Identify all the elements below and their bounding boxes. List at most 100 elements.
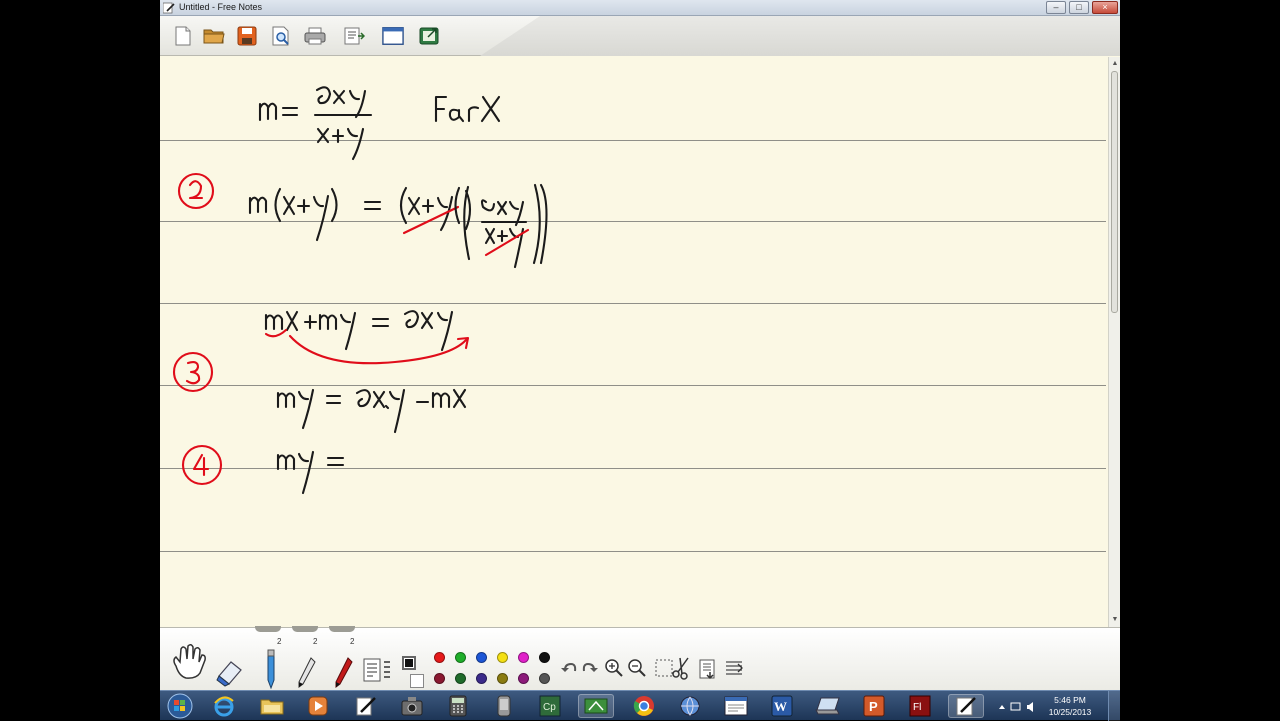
scroll-thumb[interactable] [1111, 71, 1118, 313]
powerpoint-icon: P [863, 695, 885, 717]
taskbar-calculator[interactable] [440, 694, 476, 718]
export-icon [419, 27, 439, 45]
background-color-swatch[interactable] [410, 674, 424, 688]
start-button[interactable] [162, 693, 198, 719]
scissors-icon[interactable] [670, 656, 694, 680]
chrome-icon [633, 696, 654, 716]
new-button[interactable] [172, 25, 194, 47]
page-setup-icon [344, 27, 365, 45]
current-color-swatch [405, 659, 413, 667]
taskbar-screen-capture[interactable] [394, 694, 430, 718]
note-canvas[interactable] [160, 57, 1108, 627]
taskbar-phone[interactable] [486, 694, 522, 718]
title-bar: Untitled - Free Notes – □ × [160, 0, 1120, 16]
color-swatch[interactable] [497, 652, 508, 663]
taskbar-network[interactable] [672, 694, 708, 718]
captivate-icon: Cp [539, 695, 561, 717]
equation-2 [248, 183, 548, 269]
taskbar-powerpoint[interactable]: P [856, 694, 892, 718]
window-icon [724, 696, 748, 716]
insert-page-icon[interactable] [698, 658, 718, 680]
zoom-in-icon[interactable] [604, 658, 624, 678]
pen-size-tab[interactable] [255, 626, 281, 632]
export-button[interactable] [419, 25, 441, 47]
color-swatch[interactable] [455, 673, 466, 684]
taskbar-captivate[interactable]: Cp [532, 694, 568, 718]
save-icon [237, 26, 257, 46]
step-2-marker [177, 172, 215, 210]
equation-1 [258, 86, 501, 161]
scroll-down-arrow-icon[interactable]: ▼ [1110, 615, 1120, 625]
show-desktop-button[interactable] [1108, 691, 1120, 721]
flash-icon: Fl [909, 695, 931, 717]
color-swatch[interactable] [539, 652, 550, 663]
redo-icon[interactable] [581, 660, 599, 676]
new-icon [175, 26, 191, 46]
color-swatch[interactable] [497, 673, 508, 684]
color-swatch[interactable] [539, 673, 550, 684]
laptop-icon [815, 697, 840, 715]
pen-black-icon[interactable] [295, 656, 321, 690]
pen-red-icon[interactable] [332, 656, 358, 690]
scroll-up-arrow-icon[interactable]: ▲ [1110, 59, 1120, 69]
fullscreen-icon [382, 27, 404, 45]
system-clock[interactable]: 5:46 PM 10/25/2013 [1040, 694, 1100, 718]
internet-explorer-icon [214, 696, 234, 717]
pen-size-tab[interactable] [329, 626, 355, 632]
maximize-button[interactable]: □ [1069, 1, 1089, 14]
line-width-icon[interactable] [382, 658, 392, 682]
handwriting-layer [172, 86, 548, 495]
minimize-button[interactable]: – [1046, 1, 1066, 14]
open-button[interactable] [203, 25, 225, 47]
equation-3 [264, 310, 470, 365]
vertical-scrollbar[interactable]: ▲ ▼ [1108, 57, 1120, 627]
start-orb-icon [167, 693, 193, 719]
pen-blue-icon[interactable] [258, 648, 284, 690]
color-swatch[interactable] [476, 652, 487, 663]
clock-time: 5:46 PM [1054, 695, 1086, 705]
taskbar-word[interactable]: W [764, 694, 800, 718]
print-preview-button[interactable] [270, 25, 292, 47]
undo-icon[interactable] [560, 660, 578, 676]
fullscreen-button[interactable] [382, 25, 404, 47]
hand-pan-icon[interactable] [168, 642, 208, 680]
pen-size-3: 2 [350, 637, 355, 646]
pen-size-1: 2 [277, 637, 282, 646]
taskbar-window[interactable] [718, 694, 754, 718]
color-swatch[interactable] [434, 673, 445, 684]
taskbar-media-player[interactable] [300, 694, 336, 718]
current-color-frame[interactable] [402, 656, 416, 670]
network-icon [680, 696, 700, 716]
save-button[interactable] [236, 25, 258, 47]
equation-4 [276, 388, 467, 434]
color-swatch[interactable] [518, 673, 529, 684]
media-player-icon [308, 696, 328, 716]
color-swatch[interactable] [455, 652, 466, 663]
color-swatch[interactable] [434, 652, 445, 663]
line-style-icon[interactable] [363, 658, 381, 682]
taskbar-laptop[interactable] [810, 694, 846, 718]
taskbar-file-explorer[interactable] [254, 694, 290, 718]
taskbar-presentation[interactable] [578, 694, 614, 718]
page-setup-button[interactable] [343, 25, 365, 47]
free-notes-window: Untitled - Free Notes – □ × ▲ ▼ 2 2 2 [160, 0, 1120, 690]
pen-size-tab[interactable] [292, 626, 318, 632]
taskbar-free-notes[interactable] [948, 694, 984, 718]
notes-pen-icon [356, 697, 376, 716]
color-swatch[interactable] [518, 652, 529, 663]
taskbar-internet-explorer[interactable] [206, 694, 242, 718]
open-folder-icon [203, 29, 225, 44]
close-button[interactable]: × [1092, 1, 1118, 14]
print-button[interactable] [304, 25, 326, 47]
zoom-out-icon[interactable] [627, 658, 647, 678]
system-tray-icons[interactable] [996, 701, 1038, 713]
lines-settings-icon[interactable] [724, 658, 744, 680]
print-icon [304, 27, 326, 45]
step-4-marker [181, 444, 223, 486]
taskbar-flash[interactable]: Fl [902, 694, 938, 718]
color-swatch[interactable] [476, 673, 487, 684]
eraser-icon[interactable] [215, 658, 243, 688]
svg-text:Cp: Cp [543, 702, 556, 713]
taskbar-chrome[interactable] [626, 694, 662, 718]
taskbar-notes-pen[interactable] [348, 694, 384, 718]
